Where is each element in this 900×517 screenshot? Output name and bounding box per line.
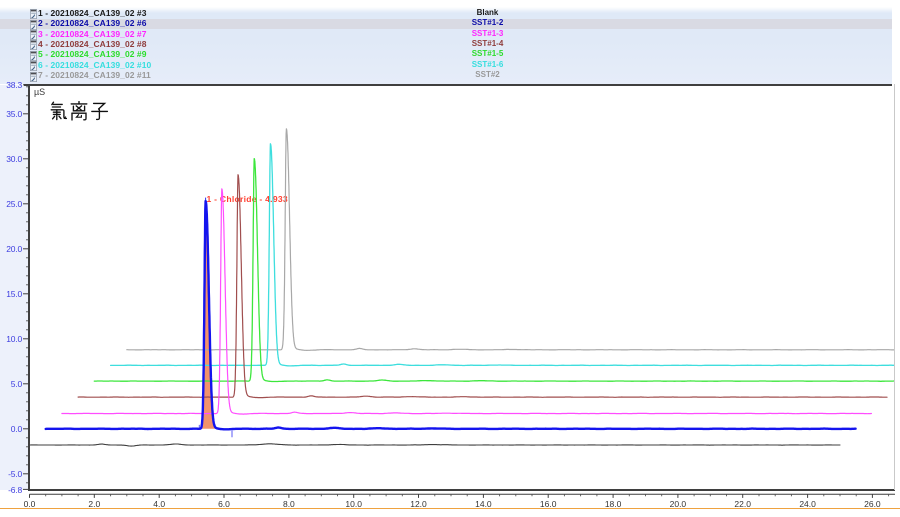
svg-text:1 - Chloride - 4.933: 1 - Chloride - 4.933 [207, 194, 288, 204]
